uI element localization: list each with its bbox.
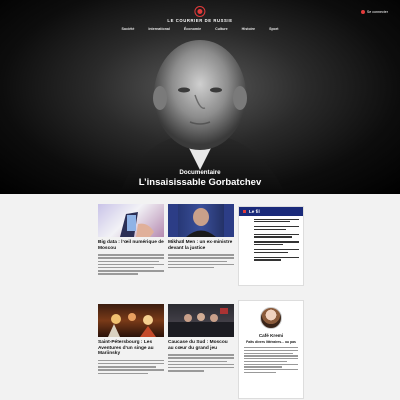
- login-link[interactable]: Se connecter: [360, 10, 388, 14]
- cafe-excerpt: [239, 344, 303, 374]
- hero-title[interactable]: L’insaisissable Gorbatchev: [0, 177, 400, 188]
- news-feed-item[interactable]: [239, 231, 303, 239]
- article-excerpt: [168, 354, 234, 372]
- news-feed-title: Le fil: [249, 209, 260, 214]
- nav-item-sport[interactable]: Sport: [269, 27, 278, 31]
- news-feed-item[interactable]: [239, 254, 303, 262]
- news-feed-item[interactable]: [239, 239, 303, 247]
- article-title[interactable]: Caucase du Sud : Moscou au cœur du grand…: [168, 340, 234, 351]
- nav-item-histoire[interactable]: Histoire: [242, 27, 255, 31]
- news-feed-time: [243, 226, 251, 231]
- article-image[interactable]: [168, 304, 234, 337]
- feed-square-icon: [243, 210, 246, 213]
- cafe-kremi-panel[interactable]: Café Kremi Faits divers littéraires... o…: [238, 300, 304, 399]
- news-feed-item[interactable]: [239, 216, 303, 224]
- news-feed-item[interactable]: [239, 224, 303, 232]
- site-logo[interactable]: LE COURRIER DE RUSSIE: [167, 6, 232, 23]
- cafe-title[interactable]: Café Kremi: [239, 333, 303, 338]
- stage-performance-icon: [108, 313, 156, 337]
- hero-banner[interactable]: LE COURRIER DE RUSSIE Se connecter Socié…: [0, 0, 400, 194]
- article-card[interactable]: Big data : l’œil numérique de Moscou: [98, 204, 164, 278]
- nav-item-economie[interactable]: Économie: [184, 27, 201, 31]
- news-feed-header[interactable]: Le fil: [239, 207, 303, 216]
- news-feed-time: [243, 234, 251, 239]
- article-title[interactable]: Big data : l’œil numérique de Moscou: [98, 240, 164, 251]
- site-name: LE COURRIER DE RUSSIE: [167, 18, 233, 23]
- nav-item-societe[interactable]: Société: [122, 27, 135, 31]
- login-label: Se connecter: [366, 10, 388, 14]
- logo-emblem-icon: [194, 6, 206, 17]
- news-feed-time: [243, 241, 251, 246]
- hero-caption[interactable]: Documentaire L’insaisissable Gorbatchev: [0, 169, 400, 188]
- news-feed-time: [243, 219, 251, 224]
- article-card[interactable]: Caucase du Sud : Moscou au cœur du grand…: [168, 304, 234, 375]
- article-excerpt: [98, 254, 164, 275]
- news-feed-item[interactable]: [239, 247, 303, 255]
- avatar: [260, 307, 282, 329]
- article-image[interactable]: [168, 204, 234, 237]
- nav-item-culture[interactable]: Culture: [215, 27, 228, 31]
- article-title[interactable]: Mikhaïl Men : un ex-ministre devant la j…: [168, 240, 234, 251]
- news-feed-time: [243, 257, 251, 262]
- article-card[interactable]: Mikhaïl Men : un ex-ministre devant la j…: [168, 204, 234, 271]
- article-excerpt: [168, 254, 234, 269]
- news-feed-time: [243, 249, 251, 254]
- main-navigation: Société International Économie Culture H…: [0, 27, 400, 31]
- article-card[interactable]: Saint-Pétersbourg : Les Aventures d’un s…: [98, 304, 164, 377]
- portrait-photo-icon: [168, 204, 234, 237]
- user-icon: [360, 10, 365, 14]
- hero-kicker: Documentaire: [179, 169, 221, 176]
- news-feed-panel: Le fil: [238, 206, 304, 286]
- summit-photo-icon: [168, 308, 234, 337]
- article-image[interactable]: [98, 304, 164, 337]
- article-title[interactable]: Saint-Pétersbourg : Les Aventures d’un s…: [98, 340, 164, 357]
- cafe-subtitle: Faits divers littéraires... ou pas: [246, 340, 296, 344]
- nav-item-international[interactable]: International: [148, 27, 170, 31]
- article-image[interactable]: [98, 204, 164, 237]
- phone-hand-icon: [120, 212, 154, 237]
- article-excerpt: [98, 359, 164, 374]
